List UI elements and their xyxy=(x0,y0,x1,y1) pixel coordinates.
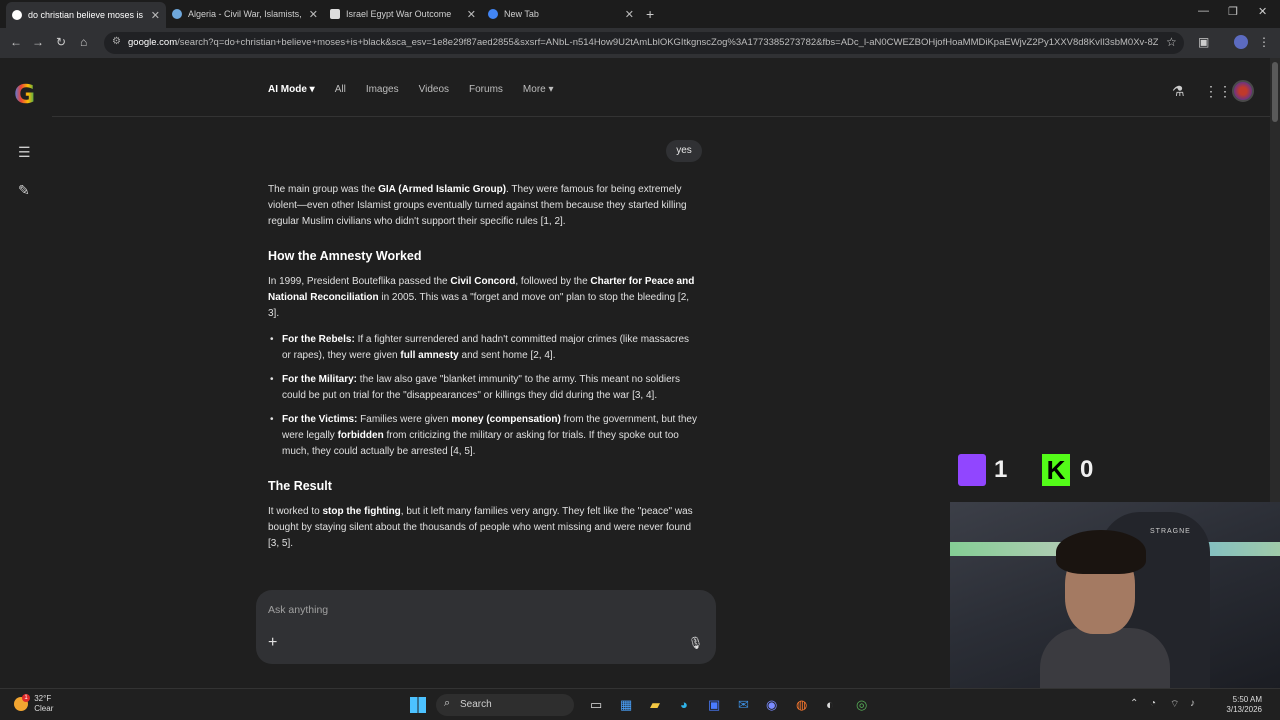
clock-time: 5:50 AM xyxy=(1232,695,1262,704)
task-view-icon[interactable]: ▭ xyxy=(590,697,602,713)
ask-placeholder: Ask anything xyxy=(268,604,329,616)
list-item: For the Rebels: If a fighter surrendered… xyxy=(268,332,698,364)
tab-title: New Tab xyxy=(504,9,539,19)
list-item: For the Military: the law also gave "bla… xyxy=(268,372,698,404)
reload-icon[interactable]: ↻ xyxy=(56,35,66,49)
minimize-icon[interactable]: — xyxy=(1198,5,1209,17)
home-icon[interactable]: ⌂ xyxy=(80,35,87,49)
weather-condition: Clear xyxy=(34,704,54,713)
profile-icon[interactable] xyxy=(1234,35,1248,49)
answer-paragraph: It worked to stop the fighting, but it l… xyxy=(268,506,693,549)
tab-christian-moses[interactable]: do christian believe moses is bl ✕ xyxy=(6,2,166,28)
store-icon[interactable]: ▦ xyxy=(620,697,632,713)
ask-input[interactable]: Ask anything + 🎙 xyxy=(256,590,716,664)
obs-studio-icon[interactable]: ◐ xyxy=(826,697,834,712)
mail-icon[interactable]: ✉ xyxy=(738,697,749,713)
labs-flask-icon[interactable]: ⚗ xyxy=(1172,83,1185,100)
search-nav: AI Mode ▾ All Images Videos Forums More … xyxy=(268,84,554,95)
chatgpt-favicon-icon xyxy=(330,9,340,19)
address-bar[interactable]: ⚙ google.com/search?q=do+christian+belie… xyxy=(104,32,1184,54)
tab-algeria[interactable]: Algeria - Civil War, Islamists, Ar ✕ xyxy=(166,4,324,24)
section-heading: How the Amnesty Worked xyxy=(268,249,422,263)
kick-icon: K xyxy=(1042,454,1070,486)
section-heading: The Result xyxy=(268,479,332,493)
webcam-overlay: STRAGNE xyxy=(950,502,1280,688)
wifi-icon[interactable]: ⌔ xyxy=(1170,698,1179,711)
user-message: yes xyxy=(666,140,702,162)
answer-paragraph: In 1999, President Bouteflika passed the… xyxy=(268,276,695,319)
kick-viewer-count: 0 xyxy=(1080,456,1094,483)
nav-ai-mode[interactable]: AI Mode ▾ xyxy=(268,84,315,95)
url-text: google.com/search?q=do+christian+believe… xyxy=(128,37,1158,48)
stream-viewer-counts: 1 K 0 xyxy=(958,452,1118,492)
bookmark-star-icon[interactable]: ☆ xyxy=(1166,35,1177,49)
scrollbar-thumb[interactable] xyxy=(1272,62,1278,122)
toolbar: ← → ↻ ⌂ ⚙ google.com/search?q=do+christi… xyxy=(0,28,1280,58)
chrome-icon[interactable]: ◎ xyxy=(856,697,867,713)
twitch-viewer-count: 1 xyxy=(994,456,1008,483)
taskbar-search[interactable]: ⌕ Search xyxy=(436,694,574,716)
tab-new-tab[interactable]: New Tab ✕ xyxy=(482,4,640,24)
new-chat-icon[interactable]: ✎ xyxy=(18,182,30,199)
apps-grid-icon[interactable]: ⋮⋮ xyxy=(1204,83,1232,100)
britannica-favicon-icon xyxy=(172,9,182,19)
close-tab-icon[interactable]: ✕ xyxy=(151,9,160,22)
tab-israel-egypt[interactable]: Israel Egypt War Outcome ✕ xyxy=(324,4,482,24)
site-info-icon[interactable]: ⚙ xyxy=(112,36,121,47)
history-list-icon[interactable]: ☰ xyxy=(18,144,31,161)
answer-paragraph: The main group was the GIA (Armed Islami… xyxy=(268,184,687,227)
taskbar-search-label: Search xyxy=(460,699,492,710)
header-divider xyxy=(52,116,1270,117)
search-icon: ⌕ xyxy=(444,697,451,709)
back-icon[interactable]: ← xyxy=(10,35,22,49)
edge-icon[interactable]: ◕ xyxy=(680,697,688,712)
twitch-icon xyxy=(958,454,986,486)
close-tab-icon[interactable]: ✕ xyxy=(625,8,634,21)
ai-answer: The main group was the GIA (Armed Islami… xyxy=(268,182,698,570)
nav-images[interactable]: Images xyxy=(366,84,399,95)
close-tab-icon[interactable]: ✕ xyxy=(467,8,476,21)
person-hair xyxy=(1056,530,1146,574)
weather-temperature: 32°F xyxy=(34,694,52,703)
file-explorer-icon[interactable]: ▰ xyxy=(650,697,660,713)
clock[interactable]: 5:50 AM 3/13/2026 xyxy=(1206,695,1262,715)
network-icon[interactable]: ◔ xyxy=(1150,698,1156,709)
list-item: For the Victims: Families were given mon… xyxy=(268,412,698,460)
nav-forums[interactable]: Forums xyxy=(469,84,503,95)
chair-brand-label: STRAGNE xyxy=(1150,528,1191,535)
bullet-list: For the Rebels: If a fighter surrendered… xyxy=(268,332,698,460)
tab-title: Israel Egypt War Outcome xyxy=(346,9,452,19)
microphone-icon[interactable]: 🎙 xyxy=(688,636,703,650)
notification-badge: 1 xyxy=(22,694,30,702)
close-window-icon[interactable]: ✕ xyxy=(1258,5,1267,18)
obs-browser-icon[interactable]: ◍ xyxy=(796,697,807,713)
nav-all[interactable]: All xyxy=(335,84,346,95)
clock-date: 3/13/2026 xyxy=(1226,705,1262,714)
tab-title: do christian believe moses is bl xyxy=(28,10,145,20)
account-avatar[interactable] xyxy=(1232,80,1254,102)
google-logo[interactable]: G xyxy=(14,80,35,110)
nav-videos[interactable]: Videos xyxy=(419,84,449,95)
close-tab-icon[interactable]: ✕ xyxy=(309,8,318,21)
chrome-favicon-icon xyxy=(488,9,498,19)
add-attachment-icon[interactable]: + xyxy=(268,634,277,652)
tab-strip: do christian believe moses is bl ✕ Alger… xyxy=(0,0,1280,28)
nav-more[interactable]: More ▾ xyxy=(523,84,554,95)
outlook-icon[interactable]: ▣ xyxy=(708,697,720,713)
menu-icon[interactable]: ⋮ xyxy=(1258,35,1270,49)
google-favicon-icon xyxy=(12,10,22,20)
windows-start-icon[interactable] xyxy=(410,697,426,713)
person-body xyxy=(1040,628,1170,688)
weather-sun-icon: 1 xyxy=(14,694,30,711)
new-tab-icon[interactable]: + xyxy=(646,6,654,22)
extensions-icon[interactable]: ▣ xyxy=(1198,35,1209,49)
forward-icon[interactable]: → xyxy=(32,35,44,49)
weather-widget[interactable]: 1 32°F Clear xyxy=(14,694,53,714)
maximize-icon[interactable]: ❐ xyxy=(1228,5,1238,18)
volume-icon[interactable]: ♪ xyxy=(1190,698,1195,709)
discord-icon[interactable]: ◉ xyxy=(766,697,777,713)
tab-title: Algeria - Civil War, Islamists, Ar xyxy=(188,9,303,19)
windows-taskbar: 1 32°F Clear ⌕ Search ▭ ▦ ▰ ◕ ▣ ✉ ◉ ◍ ◐ … xyxy=(0,688,1280,720)
tray-chevron-icon[interactable]: ⌃ xyxy=(1130,698,1138,709)
